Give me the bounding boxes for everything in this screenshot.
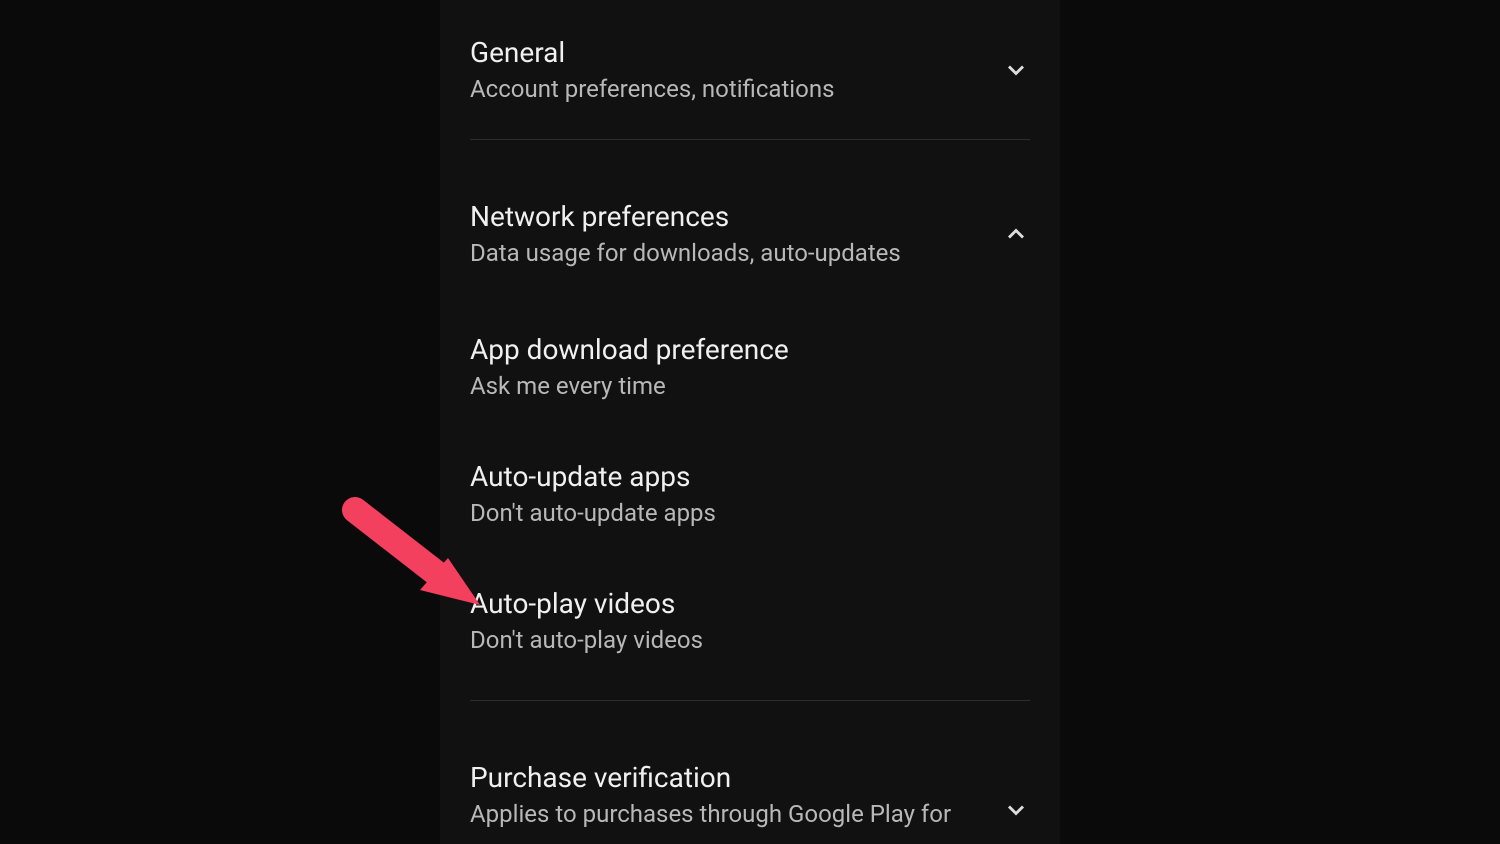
section-general-subtitle: Account preferences, notifications: [470, 75, 1002, 103]
section-network-text: Network preferences Data usage for downl…: [470, 200, 1002, 267]
section-purchase-verification[interactable]: Purchase verification Applies to purchas…: [440, 725, 1060, 828]
section-general-text: General Account preferences, notificatio…: [470, 36, 1002, 103]
section-purchase-title: Purchase verification: [470, 761, 1002, 794]
setting-auto-play-title: Auto-play videos: [470, 587, 1030, 620]
chevron-down-icon: [1002, 796, 1030, 824]
setting-app-download-subtitle: Ask me every time: [470, 372, 1030, 400]
setting-app-download-title: App download preference: [470, 333, 1030, 366]
section-network[interactable]: Network preferences Data usage for downl…: [440, 164, 1060, 303]
section-network-title: Network preferences: [470, 200, 1002, 233]
setting-auto-update-title: Auto-update apps: [470, 460, 1030, 493]
section-purchase-text: Purchase verification Applies to purchas…: [470, 761, 1002, 828]
setting-auto-update-subtitle: Don't auto-update apps: [470, 499, 1030, 527]
settings-panel: General Account preferences, notificatio…: [440, 0, 1060, 844]
section-network-subtitle: Data usage for downloads, auto-updates: [470, 239, 1002, 267]
section-purchase-subtitle: Applies to purchases through Google Play…: [470, 800, 1002, 828]
setting-auto-play-subtitle: Don't auto-play videos: [470, 626, 1030, 654]
section-gap: [440, 140, 1060, 164]
chevron-down-icon: [1002, 56, 1030, 84]
section-gap: [440, 701, 1060, 725]
section-general[interactable]: General Account preferences, notificatio…: [440, 0, 1060, 139]
chevron-up-icon: [1002, 220, 1030, 248]
setting-auto-update-apps[interactable]: Auto-update apps Don't auto-update apps: [440, 430, 1060, 557]
setting-app-download-preference[interactable]: App download preference Ask me every tim…: [440, 303, 1060, 430]
setting-auto-play-videos[interactable]: Auto-play videos Don't auto-play videos: [440, 557, 1060, 684]
section-general-title: General: [470, 36, 1002, 69]
